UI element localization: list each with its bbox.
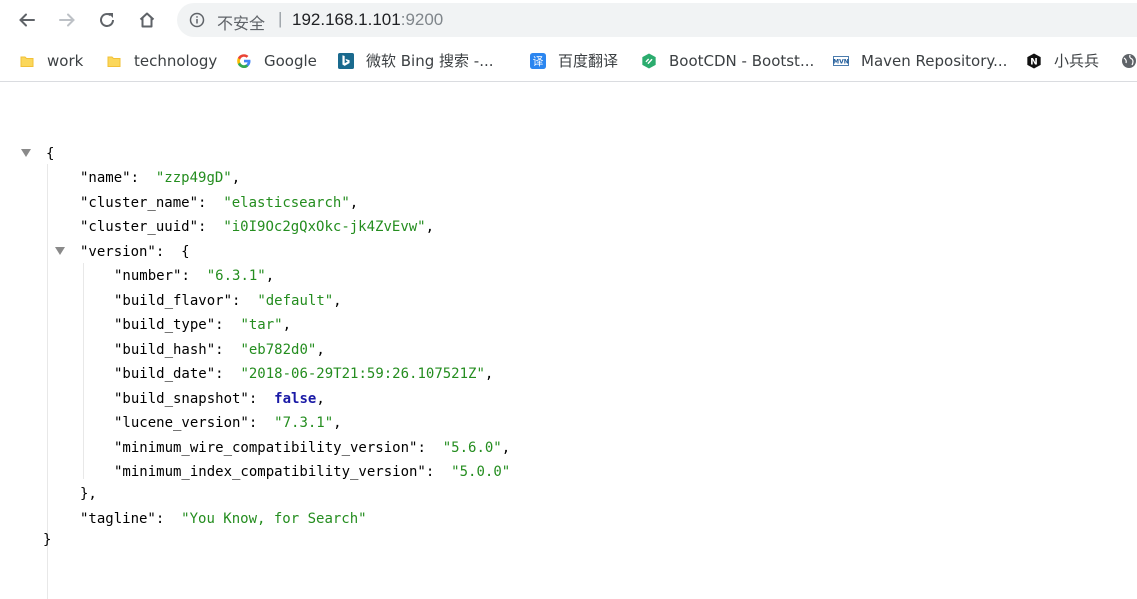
json-value: "7.3.1": [274, 415, 334, 431]
url-host: 192.168.1.101: [292, 10, 401, 29]
reload-button[interactable]: [93, 6, 121, 34]
json-row-cluster-uuid: "cluster_uuid": "i0I9Oc2gQxOkc-jk4ZvEvw"…: [80, 219, 435, 235]
json-row-tagline: "tagline": "You Know, for Search": [80, 511, 367, 527]
svg-text:MVN: MVN: [833, 58, 849, 65]
home-icon: [139, 12, 155, 28]
json-value: "2018-06-29T21:59:26.107521Z": [240, 366, 485, 382]
json-version-close: },: [80, 486, 97, 502]
json-value: "5.6.0": [442, 440, 502, 456]
json-key: "tagline": [80, 511, 156, 527]
back-button[interactable]: [13, 6, 41, 34]
security-label[interactable]: 不安全: [217, 10, 265, 34]
bookmark-bootcdn[interactable]: BootCDN - Bootst...: [641, 40, 814, 81]
forward-arrow-icon: [59, 13, 75, 27]
bookmark-maven[interactable]: MVN Maven Repository...: [833, 40, 1007, 81]
bookmark-technology[interactable]: technology: [106, 40, 217, 81]
indent-guide: [83, 263, 84, 479]
json-value: false: [274, 391, 317, 407]
json-value: "elasticsearch": [223, 195, 350, 211]
info-icon[interactable]: [189, 12, 205, 28]
json-key: "cluster_name": [80, 195, 199, 211]
bookmark-label: 微软 Bing 搜索 -...: [366, 52, 494, 70]
svg-text:译: 译: [533, 55, 544, 68]
json-key: "build_flavor": [114, 293, 233, 309]
json-value: "6.3.1": [206, 268, 266, 284]
json-row-build-type: "build_type": "tar",: [114, 317, 292, 333]
bookmark-label: 百度翻译: [558, 52, 619, 70]
bookmark-overflow[interactable]: [1121, 40, 1137, 81]
bootcdn-icon: [641, 52, 657, 69]
bookmarks-bar: work technology Google 微软 Bing 搜索 -... 译…: [0, 40, 1137, 82]
bookmark-label: BootCDN - Bootst...: [669, 51, 815, 70]
json-value: "tar": [240, 317, 283, 333]
json-value: "default": [257, 293, 334, 309]
json-key: "cluster_uuid": [80, 219, 199, 235]
json-row-min-index: "minimum_index_compatibility_version": "…: [114, 464, 511, 480]
reload-icon: [100, 13, 114, 27]
json-row-version: "version": {: [80, 244, 190, 260]
json-row-build-hash: "build_hash": "eb782d0",: [114, 342, 325, 358]
json-key: "build_date": [114, 366, 216, 382]
browser-toolbar: 不安全 | 192.168.1.101:9200: [0, 0, 1137, 40]
bookmark-label: technology: [134, 51, 218, 70]
back-arrow-icon: [19, 13, 35, 27]
bookmark-work[interactable]: work: [19, 40, 83, 81]
json-viewer: { "name": "zzp49gD", "cluster_name": "el…: [0, 82, 1137, 599]
address-bar[interactable]: 不安全 | 192.168.1.101:9200: [177, 3, 1137, 37]
google-icon: [236, 53, 252, 69]
bookmark-label: Maven Repository...: [861, 51, 1008, 70]
json-key: "minimum_wire_compatibility_version": [114, 440, 418, 456]
json-value: "You Know, for Search": [181, 511, 367, 527]
json-key: "minimum_index_compatibility_version": [114, 464, 426, 480]
bookmark-google[interactable]: Google: [236, 40, 317, 81]
home-button[interactable]: [133, 6, 161, 34]
json-value: "i0I9Oc2gQxOkc-jk4ZvEvw": [223, 219, 426, 235]
baidu-translate-icon: 译: [530, 52, 546, 69]
bing-icon: [338, 52, 354, 69]
json-row-cluster-name: "cluster_name": "elasticsearch",: [80, 195, 359, 211]
json-key: "lucene_version": [114, 415, 249, 431]
url-text[interactable]: 192.168.1.101:9200: [292, 10, 443, 30]
json-key: "name": [80, 170, 131, 186]
json-key: "build_type": [114, 317, 216, 333]
json-key: "number": [114, 268, 182, 284]
json-close-brace: }: [43, 532, 52, 548]
url-separator: |: [278, 9, 283, 28]
n-icon: N: [1026, 52, 1042, 69]
json-value: "eb782d0": [240, 342, 317, 358]
forward-button[interactable]: [53, 6, 81, 34]
bookmark-label: 小兵兵: [1054, 52, 1100, 70]
collapse-root-icon[interactable]: [20, 148, 32, 158]
json-key: "build_hash": [114, 342, 216, 358]
maven-icon: MVN: [833, 53, 849, 69]
json-row-build-snapshot: "build_snapshot": false,: [114, 391, 325, 407]
json-value: "zzp49gD": [155, 170, 232, 186]
json-row-build-flavor: "build_flavor": "default",: [114, 293, 342, 309]
url-port: :9200: [400, 10, 444, 29]
bookmark-bing[interactable]: 微软 Bing 搜索 -...: [338, 40, 494, 81]
json-key: "version": [80, 244, 156, 260]
bookmark-label: Google: [264, 51, 317, 70]
json-open-brace: {: [46, 146, 55, 162]
json-row-name: "name": "zzp49gD",: [80, 170, 241, 186]
svg-text:N: N: [1030, 57, 1037, 67]
json-value: "5.0.0": [451, 464, 511, 480]
json-key: "build_snapshot": [114, 391, 249, 407]
json-row-build-date: "build_date": "2018-06-29T21:59:26.10752…: [114, 366, 494, 382]
collapse-version-icon[interactable]: [54, 246, 66, 256]
bookmark-xiaobingbing[interactable]: N 小兵兵: [1026, 40, 1099, 81]
folder-icon: [106, 53, 122, 69]
globe-icon: [1121, 53, 1137, 69]
folder-icon: [19, 53, 35, 69]
json-row-number: "number": "6.3.1",: [114, 268, 275, 284]
bookmark-baidu-translate[interactable]: 译 百度翻译: [530, 40, 618, 81]
json-row-min-wire: "minimum_wire_compatibility_version": "5…: [114, 440, 511, 456]
bookmark-label: work: [47, 51, 84, 70]
json-row-lucene-version: "lucene_version": "7.3.1",: [114, 415, 342, 431]
